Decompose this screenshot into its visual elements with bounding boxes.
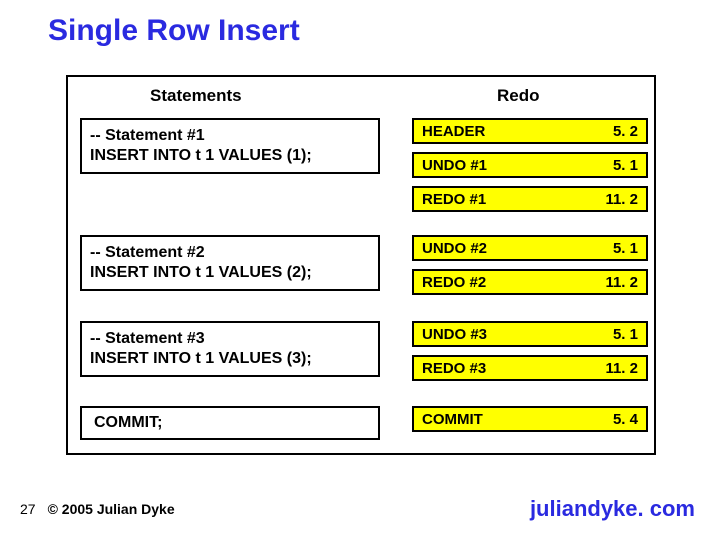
stmt-box-3: -- Statement #3 INSERT INTO t 1 VALUES (… bbox=[80, 321, 380, 377]
redo-value: 5. 2 bbox=[613, 123, 638, 140]
page-number: 27 bbox=[20, 501, 36, 517]
redo-value: 11. 2 bbox=[605, 360, 638, 377]
redo-row-redo3: REDO #3 11. 2 bbox=[412, 355, 648, 381]
redo-row-commit: COMMIT 5. 4 bbox=[412, 406, 648, 432]
slide-title: Single Row Insert bbox=[48, 14, 300, 48]
stmt-box-2: -- Statement #2 INSERT INTO t 1 VALUES (… bbox=[80, 235, 380, 291]
redo-label: REDO #2 bbox=[422, 274, 486, 291]
stmt-1-sql: INSERT INTO t 1 VALUES (1); bbox=[90, 146, 370, 166]
copyright: © 2005 Julian Dyke bbox=[48, 501, 175, 517]
redo-label: UNDO #2 bbox=[422, 240, 487, 257]
redo-row-undo1: UNDO #1 5. 1 bbox=[412, 152, 648, 178]
redo-row-undo3: UNDO #3 5. 1 bbox=[412, 321, 648, 347]
col-header-statements: Statements bbox=[150, 86, 242, 106]
redo-label: COMMIT bbox=[422, 411, 483, 428]
footer: 27 © 2005 Julian Dyke juliandyke. com bbox=[20, 496, 695, 522]
redo-value: 11. 2 bbox=[605, 191, 638, 208]
stmt-2-sql: INSERT INTO t 1 VALUES (2); bbox=[90, 263, 370, 283]
redo-label: REDO #3 bbox=[422, 360, 486, 377]
redo-row-redo1: REDO #1 11. 2 bbox=[412, 186, 648, 212]
redo-label: HEADER bbox=[422, 123, 485, 140]
redo-value: 5. 1 bbox=[613, 157, 638, 174]
footer-left: 27 © 2005 Julian Dyke bbox=[20, 501, 175, 517]
redo-value: 5. 1 bbox=[613, 326, 638, 343]
stmt-box-1: -- Statement #1 INSERT INTO t 1 VALUES (… bbox=[80, 118, 380, 174]
stmt-1-comment: -- Statement #1 bbox=[90, 126, 370, 146]
redo-label: REDO #1 bbox=[422, 191, 486, 208]
redo-value: 5. 1 bbox=[613, 240, 638, 257]
redo-label: UNDO #3 bbox=[422, 326, 487, 343]
redo-value: 11. 2 bbox=[605, 274, 638, 291]
col-header-redo: Redo bbox=[497, 86, 540, 106]
redo-row-redo2: REDO #2 11. 2 bbox=[412, 269, 648, 295]
site-url: juliandyke. com bbox=[530, 496, 695, 522]
redo-value: 5. 4 bbox=[613, 411, 638, 428]
stmt-box-commit: COMMIT; bbox=[80, 406, 380, 440]
stmt-3-comment: -- Statement #3 bbox=[90, 329, 370, 349]
redo-label: UNDO #1 bbox=[422, 157, 487, 174]
stmt-2-comment: -- Statement #2 bbox=[90, 243, 370, 263]
stmt-3-sql: INSERT INTO t 1 VALUES (3); bbox=[90, 349, 370, 369]
redo-row-header: HEADER 5. 2 bbox=[412, 118, 648, 144]
redo-row-undo2: UNDO #2 5. 1 bbox=[412, 235, 648, 261]
